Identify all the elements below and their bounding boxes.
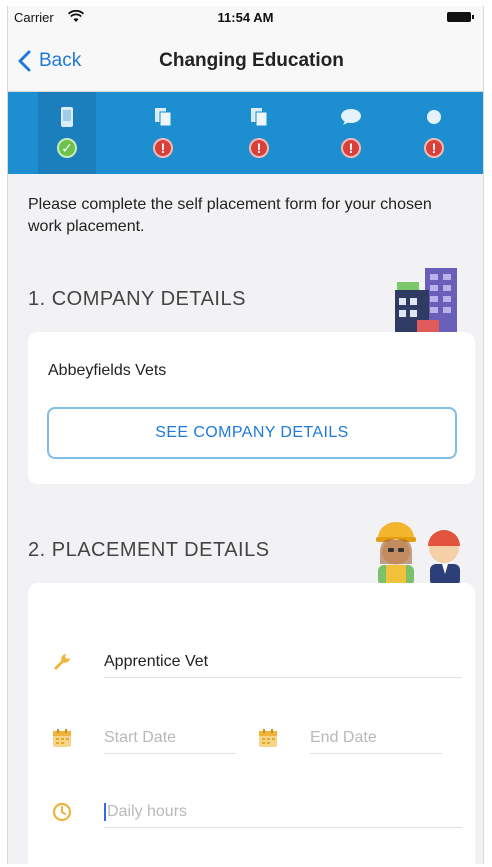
error-alert-icon: !	[249, 138, 269, 158]
placement-details-card: Apprentice Vet Start Date End Date Daily…	[28, 583, 475, 864]
text-cursor	[104, 802, 106, 821]
step-4-tab[interactable]: !	[322, 92, 380, 174]
step-2-tab[interactable]: !	[134, 92, 192, 174]
intro-text: Please complete the self placement form …	[28, 196, 432, 235]
step-5-tab[interactable]: !	[405, 92, 463, 174]
documents-icon	[152, 106, 174, 128]
dot-icon	[423, 106, 445, 128]
daily-hours-field[interactable]: Daily hours	[104, 796, 462, 828]
phone-icon	[56, 106, 78, 128]
documents-icon	[248, 106, 270, 128]
page-title: Changing Education	[159, 50, 344, 71]
job-title-field[interactable]: Apprentice Vet	[104, 646, 462, 678]
error-alert-icon: !	[424, 138, 444, 158]
start-date-field[interactable]: Start Date	[104, 722, 236, 754]
step-3-tab[interactable]: !	[230, 92, 288, 174]
wrench-icon	[54, 654, 70, 670]
battery-icon	[447, 12, 474, 22]
clock-icon	[52, 802, 72, 822]
company-name: Abbeyfields Vets	[48, 362, 167, 379]
chat-bubble-icon	[340, 106, 362, 128]
company-details-card: Abbeyfields Vets SEE COMPANY DETAILS	[28, 332, 475, 484]
error-alert-icon: !	[153, 138, 173, 158]
company-details-heading: 1. COMPANY DETAILS	[28, 288, 246, 310]
status-bar: Carrier 11:54 AM	[8, 6, 483, 28]
app-screen: Carrier 11:54 AM Back Changing Education…	[7, 6, 484, 864]
navigation-bar: Back Changing Education	[8, 28, 483, 92]
step-1-tab[interactable]: ✓	[38, 92, 96, 174]
step-progress-bar: ✓ ! ! ! !	[8, 92, 483, 174]
see-company-details-button[interactable]: SEE COMPANY DETAILS	[47, 407, 457, 459]
workers-illustration	[376, 522, 460, 586]
clock: 11:54 AM	[217, 10, 274, 25]
placement-details-heading: 2. PLACEMENT DETAILS	[28, 539, 270, 561]
end-date-field[interactable]: End Date	[310, 722, 442, 754]
office-building-illustration	[387, 268, 461, 340]
complete-check-icon: ✓	[57, 138, 77, 158]
calendar-icon	[53, 729, 71, 747]
error-alert-icon: !	[341, 138, 361, 158]
daily-hours-placeholder: Daily hours	[107, 802, 188, 820]
calendar-icon	[259, 729, 277, 747]
